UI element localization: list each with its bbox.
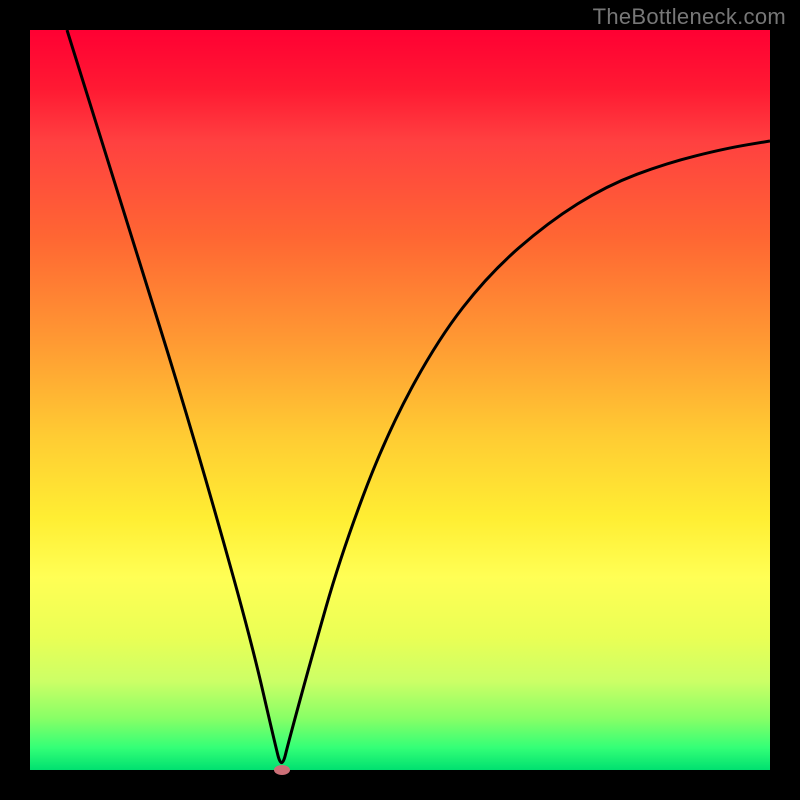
watermark-text: TheBottleneck.com bbox=[593, 4, 786, 30]
plot-gradient-background bbox=[30, 30, 770, 770]
minimum-point-marker bbox=[274, 765, 290, 775]
chart-frame: TheBottleneck.com bbox=[0, 0, 800, 800]
